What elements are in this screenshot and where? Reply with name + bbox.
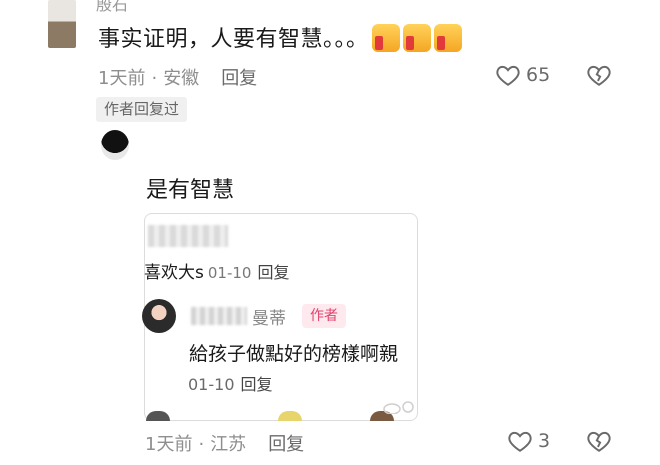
broken-heart-icon[interactable] — [586, 428, 612, 454]
broken-heart-icon[interactable] — [586, 62, 612, 88]
heart-icon[interactable] — [495, 62, 521, 88]
thumbs-up-icon — [402, 24, 431, 52]
meta-separator: · — [151, 68, 158, 89]
comment-location: 安徽 — [163, 68, 200, 89]
quoted-time: 01-10 — [207, 264, 252, 282]
comment-meta: 1天前 · 安徽 回复 — [98, 64, 257, 90]
comment-body: 事实证明，人要有智慧。。。 — [98, 27, 369, 52]
like-count: 65 — [526, 64, 551, 86]
reply-text: 是有智慧 — [146, 178, 235, 203]
like-count: 3 — [538, 430, 551, 452]
commenter-avatar[interactable] — [48, 0, 76, 48]
reply-time: 1天前 — [145, 434, 193, 455]
nested-reply-button[interactable]: 回复 — [241, 375, 273, 394]
comment-time: 1天前 — [98, 68, 146, 89]
nested-time: 01-10 — [188, 375, 235, 394]
comment-text: 事实证明，人要有智慧。。。 — [98, 21, 462, 53]
weibo-watermark-icon — [383, 401, 414, 414]
quoted-reply-button[interactable]: 回复 — [257, 263, 289, 282]
blurred-username — [191, 307, 247, 325]
reply-reply-button[interactable]: 回复 — [268, 434, 304, 455]
heart-icon[interactable] — [507, 428, 533, 454]
commenter-name[interactable]: 殷石 — [96, 0, 128, 15]
meta-separator: · — [198, 434, 205, 455]
nested-comment-text: 給孩子做點好的榜樣啊親 — [189, 343, 399, 365]
author-replied-tag[interactable]: 作者回复过 — [96, 97, 188, 122]
author-badge: 作者 — [302, 304, 346, 328]
reply-location: 江苏 — [210, 434, 247, 455]
comment-reply-button[interactable]: 回复 — [221, 68, 257, 89]
replier-avatar[interactable] — [101, 130, 129, 160]
more-replies-avatars — [146, 411, 416, 421]
thumbs-up-icon — [371, 24, 400, 52]
quoted-text: 喜欢大s — [144, 263, 204, 283]
nested-avatar[interactable] — [142, 299, 176, 333]
reply-meta: 1天前 · 江苏 回复 — [145, 430, 304, 456]
blurred-username — [148, 225, 228, 247]
thumbs-up-icon — [433, 24, 462, 52]
nested-username[interactable]: 曼蒂 — [252, 304, 286, 329]
nested-meta: 01-10 回复 — [188, 371, 273, 395]
quoted-comment: 喜欢大s 01-10 回复 — [144, 258, 289, 283]
